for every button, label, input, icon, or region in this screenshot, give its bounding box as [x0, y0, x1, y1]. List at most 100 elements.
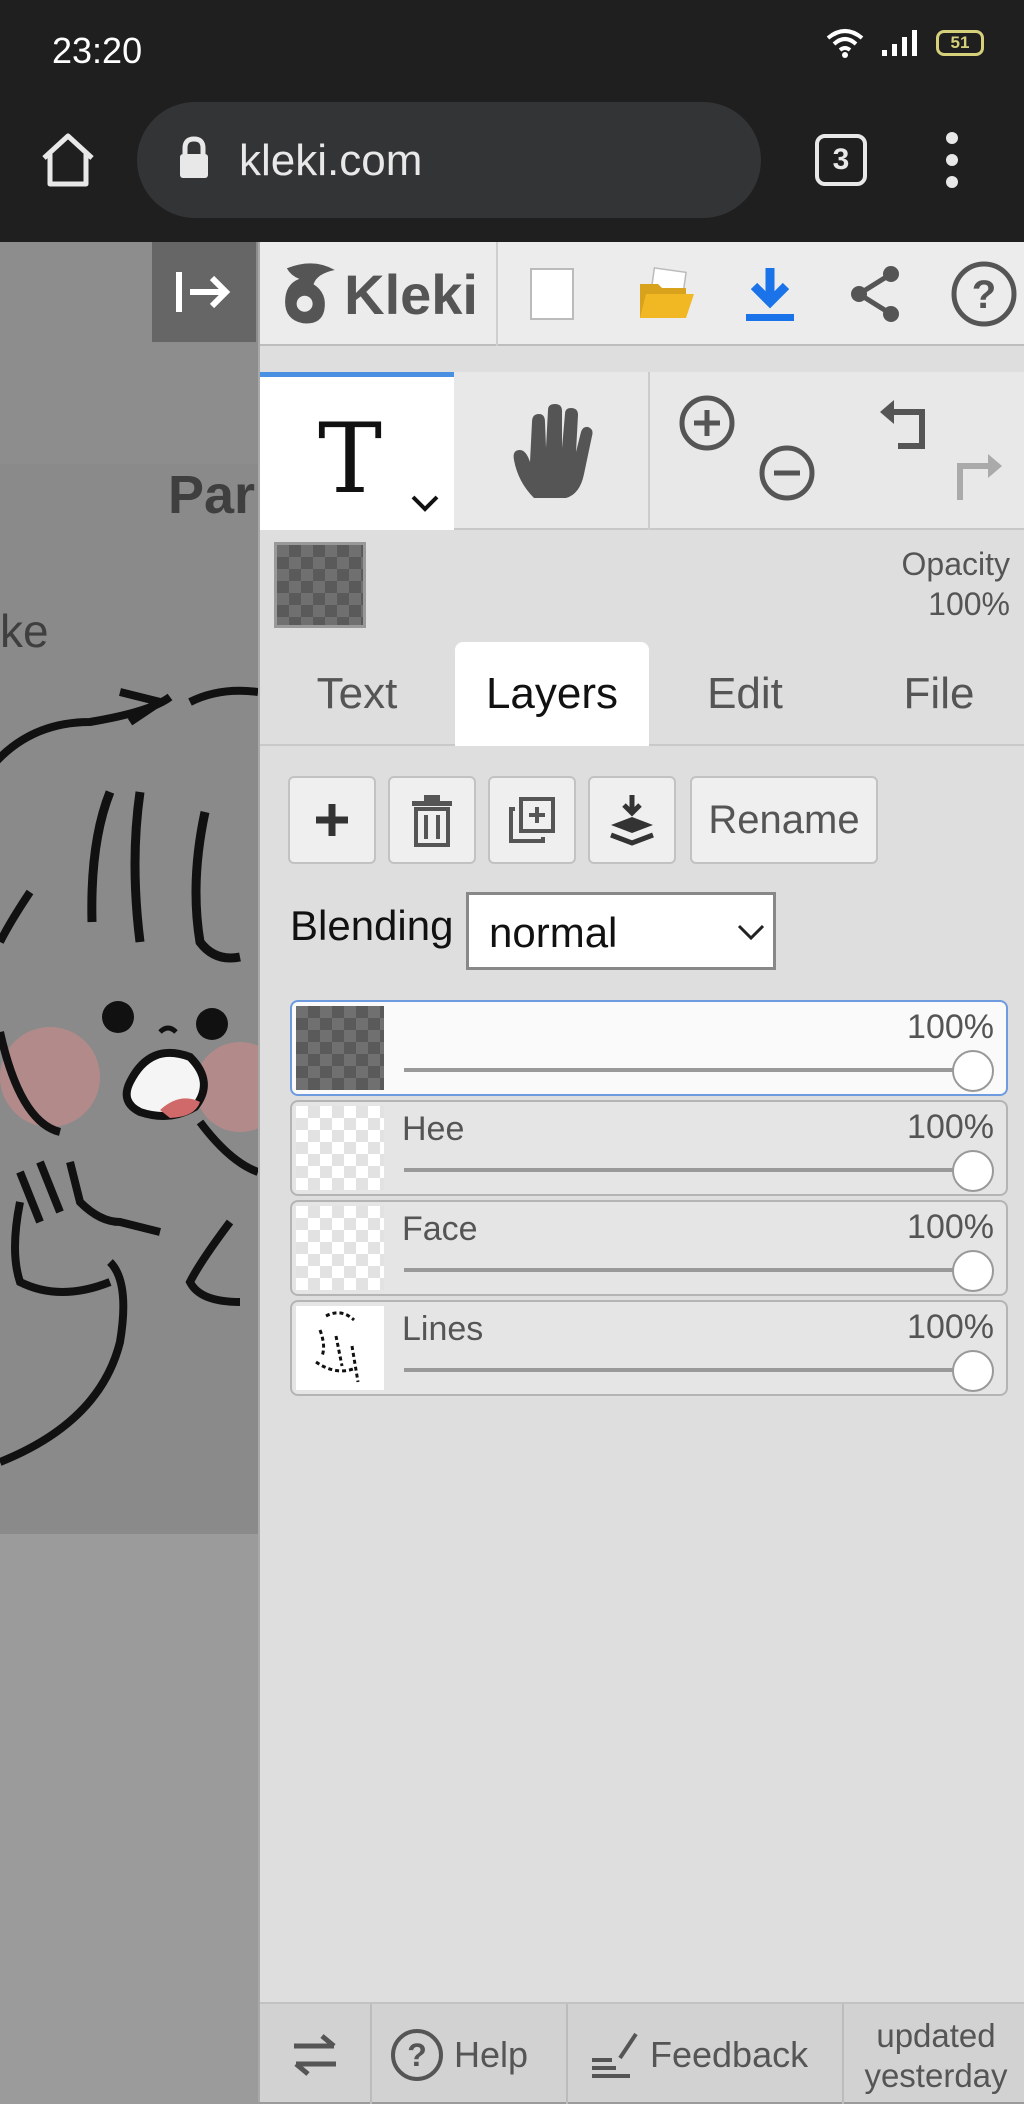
canvas-drawing	[0, 686, 258, 1466]
layer-thumbnail	[296, 1006, 384, 1090]
battery-icon: 51	[936, 30, 984, 56]
kleki-logo-icon	[285, 263, 335, 324]
layer-opacity-value: 100%	[907, 1008, 994, 1046]
layer-thumbnail	[296, 1206, 384, 1290]
app-name: Kleki	[344, 262, 478, 326]
chevron-down-icon	[737, 924, 765, 941]
kleki-logo[interactable]: Kleki	[278, 254, 478, 334]
address-bar[interactable]: kleki.com	[137, 102, 761, 218]
tab-file[interactable]: File	[842, 642, 1024, 746]
duplicate-layer-button[interactable]	[488, 776, 576, 864]
svg-text:?: ?	[407, 2037, 427, 2073]
layer-thumbnail	[296, 1106, 384, 1190]
drawing-canvas[interactable]: Par ke	[0, 242, 258, 2102]
wifi-icon	[826, 29, 864, 58]
help-icon: ?	[391, 2029, 443, 2081]
duplicate-icon	[509, 797, 555, 843]
slider-handle[interactable]	[952, 1350, 994, 1392]
tool-row: T	[260, 372, 1024, 530]
slider-handle[interactable]	[952, 1050, 994, 1092]
collapse-panel-button[interactable]	[152, 242, 256, 342]
layer-opacity-slider[interactable]	[404, 1068, 964, 1072]
layer-item[interactable]: Hee 100%	[290, 1100, 1008, 1196]
svg-text:?: ?	[972, 273, 996, 317]
slider-handle[interactable]	[952, 1250, 994, 1292]
share-button[interactable]	[838, 256, 914, 332]
undo-icon[interactable]	[874, 394, 934, 452]
bottom-divider	[370, 2004, 372, 2104]
help-button[interactable]: ?	[946, 256, 1022, 332]
chevron-down-icon[interactable]	[410, 493, 440, 513]
redo-icon[interactable]	[948, 448, 1008, 506]
updated-line-2: yesterday	[864, 2057, 1008, 2094]
bottom-divider	[566, 2004, 568, 2104]
opacity-value: 100%	[928, 586, 1010, 622]
color-swatch[interactable]	[274, 542, 366, 628]
layer-opacity-slider[interactable]	[404, 1268, 964, 1272]
home-icon[interactable]	[38, 130, 98, 190]
rename-layer-button[interactable]: Rename	[690, 776, 878, 864]
top-toolbar: Kleki ?	[260, 242, 1024, 346]
plus-icon	[316, 804, 348, 836]
more-menu-icon[interactable]	[940, 130, 964, 190]
swap-side-icon[interactable]	[290, 2030, 340, 2080]
text-tool-button[interactable]: T	[260, 372, 454, 530]
tab-text[interactable]: Text	[260, 642, 454, 746]
help-label: Help	[454, 2034, 529, 2075]
zoom-in-icon[interactable]	[678, 394, 736, 452]
slider-handle[interactable]	[952, 1150, 994, 1192]
layer-item[interactable]: Lines 100%	[290, 1300, 1008, 1396]
status-bar: 23:20 51	[0, 0, 1024, 100]
save-button[interactable]	[732, 256, 808, 332]
opacity-info: Opacity 100%	[902, 544, 1010, 624]
layer-name: Face	[402, 1210, 478, 1248]
layer-opacity-value: 100%	[907, 1308, 994, 1346]
open-file-button[interactable]	[628, 256, 704, 332]
status-time: 23:20	[52, 30, 143, 71]
layer-opacity-value: 100%	[907, 1108, 994, 1146]
layer-opacity-value: 100%	[907, 1208, 994, 1246]
lock-icon	[180, 136, 208, 178]
canvas-partial-text: Par	[168, 465, 256, 525]
add-layer-button[interactable]	[288, 776, 376, 864]
layer-name: Lines	[402, 1310, 484, 1348]
updated-line-1: updated	[876, 2017, 996, 2054]
layer-thumbnail	[296, 1306, 384, 1390]
lines-thumbnail-drawing	[315, 1311, 360, 1383]
help-link[interactable]: ? Help	[384, 2004, 560, 2104]
bottom-bar: ? Help Feedback updated yesterday	[260, 2002, 1024, 2104]
hand-tool-button[interactable]	[454, 372, 650, 530]
feedback-label: Feedback	[650, 2034, 809, 2075]
layer-opacity-slider[interactable]	[404, 1368, 964, 1372]
blending-label: Blending	[290, 902, 454, 949]
tab-edit[interactable]: Edit	[648, 642, 842, 746]
layer-opacity-slider[interactable]	[404, 1168, 964, 1172]
hand-icon	[513, 404, 593, 498]
updated-info: updated yesterday	[850, 2016, 1022, 2096]
new-file-button[interactable]	[514, 256, 590, 332]
tab-layers[interactable]: Layers	[455, 642, 649, 746]
tab-switcher-button[interactable]: 3	[815, 134, 867, 186]
bottom-divider	[842, 2004, 844, 2104]
help-icon: ?	[951, 261, 1017, 327]
layer-item[interactable]: Face 100%	[290, 1200, 1008, 1296]
signal-icon	[882, 30, 917, 56]
collapse-arrow-icon	[176, 272, 231, 312]
new-file-icon	[530, 268, 574, 320]
feedback-link[interactable]: Feedback	[578, 2004, 848, 2104]
feedback-icon	[592, 2032, 638, 2078]
layer-name: Hee	[402, 1110, 465, 1148]
open-folder-icon	[640, 267, 694, 318]
trash-icon	[412, 795, 452, 847]
download-icon	[746, 268, 794, 321]
text-tool-icon: T	[318, 403, 383, 515]
merge-down-button[interactable]	[588, 776, 676, 864]
delete-layer-button[interactable]	[388, 776, 476, 864]
layer-item[interactable]: 100%	[290, 1000, 1008, 1096]
merge-down-icon	[610, 795, 654, 846]
opacity-label: Opacity	[901, 546, 1010, 582]
side-panel: Kleki ? T Opacity 100% Text Layers Edit …	[258, 242, 1024, 2104]
zoom-out-icon[interactable]	[758, 444, 816, 502]
blending-select[interactable]: normal	[466, 892, 776, 970]
url-text: kleki.com	[239, 136, 423, 185]
